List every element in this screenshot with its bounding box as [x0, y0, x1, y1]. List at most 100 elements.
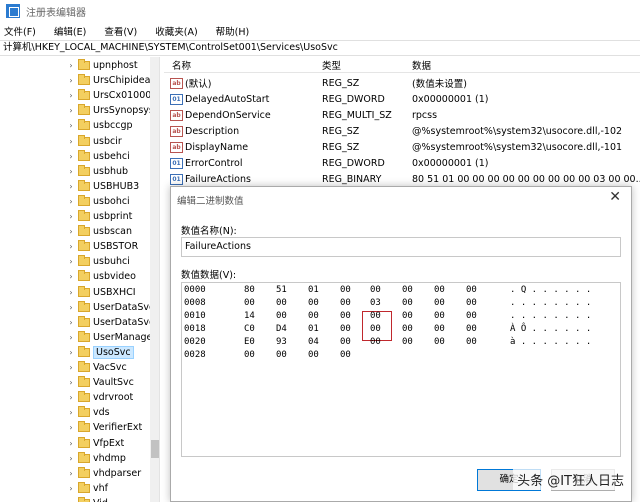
value-row[interactable]: 01 DelayedAutoStart REG_DWORD 0x00000001 (1… — [164, 91, 640, 107]
chevron-right-icon[interactable]: › — [66, 318, 76, 327]
tree-item[interactable]: › usbccgp — [0, 118, 133, 133]
menu-view[interactable]: 查看(V) — [102, 24, 139, 38]
value-name: (默认) — [185, 79, 212, 90]
chevron-right-icon[interactable]: › — [66, 363, 76, 372]
tree-item[interactable]: › USBHUB3 — [0, 179, 139, 194]
folder-icon — [78, 270, 90, 282]
tree-item[interactable]: › usbcir — [0, 134, 122, 149]
binary-value-icon: 01 — [170, 157, 183, 169]
tree-item[interactable]: › usbuhci — [0, 254, 130, 269]
tree-item[interactable]: › upnphost — [0, 58, 138, 73]
tree-item[interactable]: › vhdparser — [0, 466, 141, 481]
menu-help[interactable]: 帮助(H) — [214, 24, 252, 38]
chevron-right-icon[interactable]: › — [66, 257, 76, 266]
folder-icon — [78, 179, 90, 191]
hex-byte: 00 — [434, 285, 445, 295]
tree-item[interactable]: › UserDataSvc_ — [0, 315, 159, 330]
tree-item[interactable]: › VfpExt — [0, 436, 124, 451]
value-data: 80 51 01 00 00 00 00 00 00 00 00 00 03 0… — [412, 173, 640, 185]
hex-byte: 00 — [370, 337, 381, 347]
menu-edit[interactable]: 编辑(E) — [52, 24, 88, 38]
chevron-right-icon[interactable]: › — [66, 469, 76, 478]
chevron-right-icon[interactable]: › — [66, 272, 76, 281]
tree-item[interactable]: › UserManager — [0, 330, 156, 345]
chevron-right-icon[interactable]: › — [66, 76, 76, 85]
tree-item[interactable]: › UsoSvc — [0, 345, 134, 360]
tree-item[interactable]: › vdrvroot — [0, 390, 133, 405]
chevron-right-icon[interactable]: › — [66, 439, 76, 448]
address-bar[interactable]: 计算机\HKEY_LOCAL_MACHINE\SYSTEM\ControlSet… — [0, 40, 640, 56]
menu-favorites[interactable]: 收藏夹(A) — [153, 24, 199, 38]
menu-file[interactable]: 文件(F) — [2, 24, 38, 38]
chevron-right-icon[interactable]: › — [66, 408, 76, 417]
chevron-right-icon[interactable]: › — [66, 484, 76, 493]
chevron-right-icon[interactable]: › — [66, 167, 76, 176]
value-row[interactable]: 01 ErrorControl REG_DWORD 0x00000001 (1) — [164, 155, 640, 171]
tree-item[interactable]: › UrsCx01000 — [0, 88, 151, 103]
chevron-right-icon[interactable]: › — [66, 454, 76, 463]
hex-address: 0008 — [184, 298, 206, 308]
value-data: @%systemroot%\system32\usocore.dll,-102 — [412, 125, 623, 137]
close-icon[interactable]: ✕ — [609, 189, 621, 205]
tree-item-label: usbohci — [93, 195, 130, 207]
value-row[interactable]: ab DependOnService REG_MULTI_SZ rpcss — [164, 107, 640, 123]
chevron-right-icon[interactable]: › — [66, 378, 76, 387]
tree-item[interactable]: › UrsSynopsys — [0, 103, 154, 118]
tree-item[interactable]: › usbehci — [0, 149, 130, 164]
value-row[interactable]: 01 FailureActions REG_BINARY 80 51 01 00 00… — [164, 171, 640, 187]
tree-item[interactable]: › UrsChipidea — [0, 73, 150, 88]
chevron-right-icon[interactable]: › — [66, 137, 76, 146]
tree-item[interactable]: › VaultSvc — [0, 375, 134, 390]
tree-item-label: usbprint — [93, 211, 133, 222]
tree-item[interactable]: › usbohci — [0, 194, 130, 209]
hex-byte: 00 — [244, 298, 255, 308]
scrollbar-thumb[interactable] — [151, 440, 159, 458]
chevron-right-icon[interactable]: › — [66, 288, 76, 297]
chevron-right-icon[interactable]: › — [66, 242, 76, 251]
hex-byte: 04 — [308, 337, 319, 347]
value-name-field[interactable]: FailureActions — [181, 237, 621, 257]
tree-item-label: vhf — [93, 482, 108, 494]
folder-icon — [78, 330, 90, 342]
value-row[interactable]: ab DisplayName REG_SZ @%systemroot%\system3… — [164, 139, 640, 155]
column-header-data[interactable]: 数据 — [412, 58, 431, 72]
tree-item[interactable]: › vhdmp — [0, 451, 126, 466]
chevron-right-icon[interactable]: › — [66, 423, 76, 432]
tree-item[interactable]: › VacSvc — [0, 360, 127, 375]
chevron-right-icon[interactable]: › — [66, 106, 76, 115]
tree-scrollbar[interactable] — [150, 57, 159, 502]
tree-item[interactable]: › vhf — [0, 481, 108, 496]
value-row[interactable]: ab Description REG_SZ @%systemroot%\system3… — [164, 123, 640, 139]
chevron-right-icon[interactable]: › — [66, 61, 76, 70]
chevron-right-icon[interactable]: › — [66, 227, 76, 236]
tree-item[interactable]: › usbhub — [0, 164, 128, 179]
chevron-right-icon[interactable]: › — [66, 182, 76, 191]
folder-icon — [78, 194, 90, 206]
tree-item[interactable]: › vds — [0, 405, 110, 420]
value-name: DependOnService — [185, 109, 271, 121]
tree-item[interactable]: › VerifierExt — [0, 420, 142, 435]
hex-editor[interactable]: 0000 80 51 01 00 00 00 00 00. Q . . . . . . 0008 0… — [181, 282, 621, 457]
tree-item[interactable]: › UserDataSvc — [0, 300, 154, 315]
chevron-right-icon[interactable]: › — [66, 152, 76, 161]
tree-item[interactable]: › usbprint — [0, 209, 132, 224]
chevron-right-icon[interactable]: › — [66, 197, 76, 206]
chevron-right-icon[interactable]: › — [66, 393, 76, 402]
tree-item[interactable]: › USBXHCI — [0, 285, 136, 300]
hex-row: 0000 80 51 01 00 00 00 00 00. Q . . . . . . — [182, 285, 622, 298]
chevron-right-icon[interactable]: › — [66, 121, 76, 130]
chevron-right-icon[interactable]: › — [66, 91, 76, 100]
value-row[interactable]: ab (默认) REG_SZ (数值未设置) — [164, 75, 640, 91]
chevron-right-icon[interactable]: › — [66, 348, 76, 357]
tree-item-label: usbccgp — [93, 120, 133, 132]
tree-item[interactable]: › usbscan — [0, 224, 132, 239]
chevron-right-icon[interactable]: › — [66, 212, 76, 221]
chevron-right-icon[interactable]: › — [66, 333, 76, 342]
chevron-right-icon[interactable]: › — [66, 303, 76, 312]
column-header-type[interactable]: 类型 — [322, 58, 341, 72]
tree-item[interactable]: › usbvideo — [0, 269, 136, 284]
hex-byte: 00 — [466, 298, 477, 308]
tree-item[interactable]: ›Vid — [0, 496, 108, 502]
tree-item[interactable]: › USBSTOR — [0, 239, 138, 254]
column-header-name[interactable]: 名称 — [172, 58, 191, 72]
